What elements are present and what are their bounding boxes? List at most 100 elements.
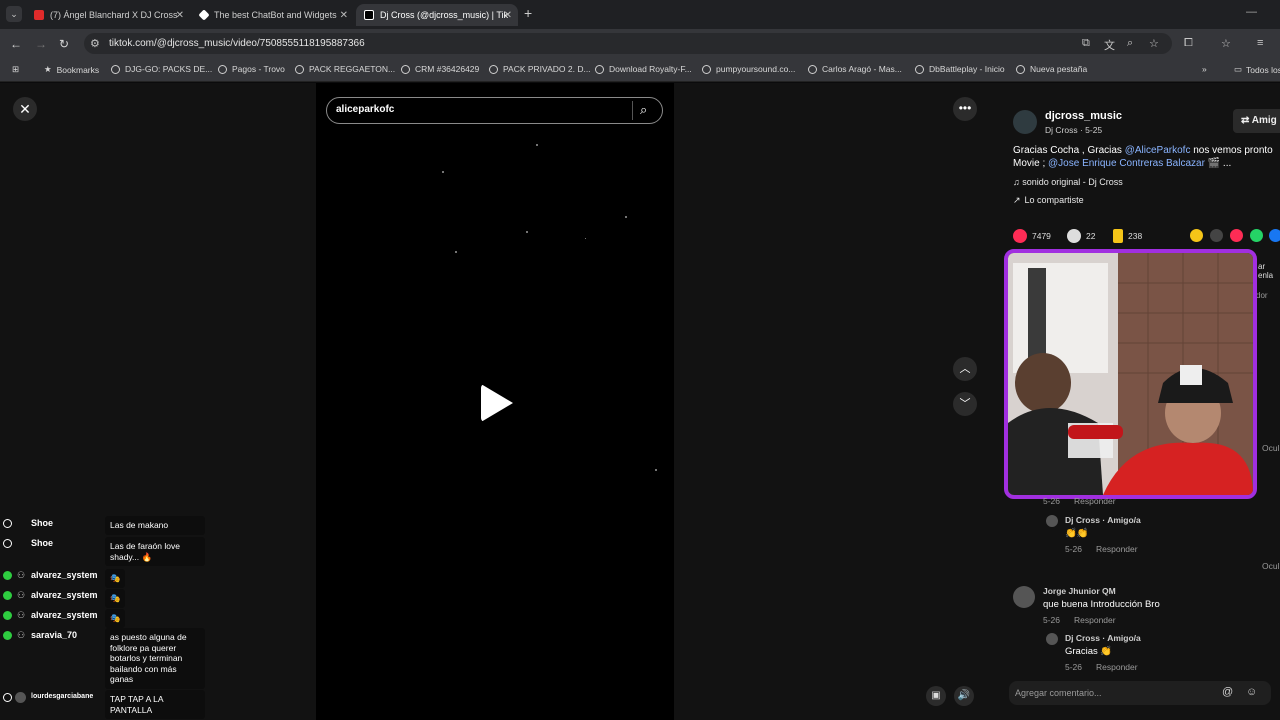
forward-icon[interactable]: →: [35, 37, 47, 51]
comment-text: 👏👏: [1065, 528, 1089, 539]
volume-icon[interactable]: 🔊: [954, 686, 974, 706]
reply-link[interactable]: Responder: [1074, 615, 1116, 625]
mention-icon[interactable]: @: [1222, 686, 1233, 698]
mention-link[interactable]: @Jose Enrique Contreras Balcazar: [1048, 158, 1205, 169]
save-button[interactable]: 238: [1113, 229, 1142, 243]
shared-text: Lo compartiste: [1024, 195, 1084, 205]
comment-avatar[interactable]: [1013, 586, 1035, 608]
music-link[interactable]: ♫ sonido original - Dj Cross: [1013, 177, 1123, 187]
kick-icon: [3, 591, 12, 600]
whatsapp-icon[interactable]: [1250, 229, 1263, 242]
shared-label: ↗ Lo compartiste: [1013, 195, 1084, 206]
comment-text: Gracias 👏: [1065, 646, 1113, 657]
pip-icon[interactable]: ▣: [926, 686, 946, 706]
comment-input-placeholder[interactable]: Agregar comentario...: [1015, 688, 1102, 698]
reply-link[interactable]: Responder: [1096, 544, 1138, 554]
comment-avatar[interactable]: [1046, 515, 1058, 527]
copy-link-clipped[interactable]: ar enla: [1258, 262, 1280, 280]
new-tab-button[interactable]: +: [524, 5, 532, 21]
translate-icon[interactable]: 文: [1104, 37, 1115, 53]
bookmark-item[interactable]: Nueva pestaña: [1016, 64, 1087, 74]
facebook-icon[interactable]: [1269, 229, 1280, 242]
chat-username: alvarez_system: [31, 590, 98, 600]
bookmark-item[interactable]: ★ Bookmarks: [44, 64, 99, 75]
close-video-icon[interactable]: ✕: [13, 97, 37, 121]
bookmark-label: Carlos Aragó - Mas...: [822, 64, 902, 74]
reload-icon[interactable]: ↻: [59, 37, 69, 51]
bookmarks-manager-icon[interactable]: ☆: [1221, 37, 1231, 50]
apps-icon[interactable]: ⊞: [12, 64, 19, 75]
bookmark-item[interactable]: DJG-GO: PACKS DE...: [111, 64, 212, 74]
chat-message: Las de makano: [105, 516, 205, 535]
user-icon: ⚇: [17, 630, 26, 640]
video-particle: [455, 251, 457, 253]
video-particle: [625, 216, 627, 218]
hide-link[interactable]: Ocul: [1262, 443, 1279, 453]
comment-author[interactable]: Jorge Jhunior QM: [1043, 586, 1116, 596]
comment-icon: [1067, 229, 1081, 243]
bookmark-item[interactable]: pumpyoursound.co...: [702, 64, 795, 74]
bookmark-item[interactable]: PACK REGGAETON...: [295, 64, 395, 74]
bookmark-item[interactable]: PACK PRIVADO 2. D...: [489, 64, 591, 74]
minimize-icon[interactable]: —: [1246, 6, 1257, 18]
embed-icon[interactable]: [1210, 229, 1223, 242]
tab-search-icon[interactable]: ⌄: [6, 6, 22, 22]
comment-author[interactable]: Dj Cross · Amigo/a: [1065, 633, 1141, 643]
tab-close-icon[interactable]: ✕: [340, 10, 348, 21]
site-info-icon[interactable]: ⚙: [90, 37, 100, 50]
video-particle: [655, 469, 657, 471]
more-bookmarks-icon[interactable]: »: [1202, 64, 1207, 74]
comment-author[interactable]: Dj Cross · Amigo/a: [1065, 515, 1141, 525]
tab-title: Dj Cross (@djcross_music) | Tik: [380, 10, 508, 20]
user-icon: ⚇: [17, 570, 26, 580]
webcam-image: [1008, 253, 1253, 495]
tab-title: The best ChatBot and Widgets: [214, 10, 337, 20]
post-subline: Dj Cross · 5-25: [1045, 125, 1103, 135]
reply-link[interactable]: Responder: [1096, 662, 1138, 672]
tiktok-icon: [3, 519, 12, 528]
avatar[interactable]: [1013, 110, 1037, 134]
all-bookmarks[interactable]: ▭ Todos los: [1234, 64, 1280, 75]
tab-angel-blanchard[interactable]: (7) Ángel Blanchard X DJ Cross ✕: [26, 4, 190, 26]
emoji-icon[interactable]: ☺: [1246, 686, 1257, 698]
bookmark-item[interactable]: CRM #36426429: [401, 64, 479, 74]
extensions-icon[interactable]: ⧠: [1184, 37, 1193, 50]
more-options-icon[interactable]: •••: [953, 97, 977, 121]
youtube-icon: [34, 10, 44, 20]
play-icon[interactable]: [481, 384, 513, 422]
bookmark-item[interactable]: Pagos - Trovo: [218, 64, 285, 74]
comment-button[interactable]: 22: [1067, 229, 1095, 243]
reply-link[interactable]: Responder: [1074, 496, 1116, 506]
friends-button[interactable]: ⇄ Amig: [1233, 109, 1280, 133]
previous-video-icon[interactable]: ︿: [953, 357, 977, 381]
tab-tiktok[interactable]: Dj Cross (@djcross_music) | Tik ✕: [356, 4, 518, 26]
globe-icon: [401, 64, 410, 74]
search-icon[interactable]: ⌕: [640, 102, 647, 118]
search-input-value[interactable]: aliceparkofc: [336, 104, 394, 115]
like-button[interactable]: 7479: [1013, 229, 1051, 243]
hide-link[interactable]: Ocul: [1262, 561, 1279, 571]
bookmark-label: pumpyoursound.co...: [716, 64, 796, 74]
back-icon[interactable]: ←: [10, 37, 22, 51]
next-video-icon[interactable]: ﹀: [953, 392, 977, 416]
send-icon[interactable]: [1230, 229, 1243, 242]
mention-link[interactable]: @AliceParkofc: [1125, 145, 1191, 156]
chat-message: TAP TAP A LA PANTALLA: [105, 690, 205, 719]
install-icon[interactable]: ⧉: [1082, 37, 1090, 50]
tab-chatbot[interactable]: The best ChatBot and Widgets ✕: [192, 4, 354, 26]
post-username[interactable]: djcross_music: [1045, 110, 1122, 122]
save-count: 238: [1128, 231, 1143, 241]
tab-close-icon[interactable]: ✕: [504, 10, 512, 21]
tab-close-icon[interactable]: ✕: [176, 10, 184, 21]
bookmark-item[interactable]: DbBattleplay - Inicio: [915, 64, 1005, 74]
globe-icon: [702, 64, 711, 74]
comment-avatar[interactable]: [1046, 633, 1058, 645]
zoom-icon[interactable]: ⌕: [1127, 37, 1133, 50]
globe-icon: [1016, 64, 1025, 74]
bookmark-star-icon[interactable]: ☆: [1149, 37, 1159, 50]
menu-icon[interactable]: ≡: [1257, 37, 1263, 49]
repost-icon[interactable]: [1190, 229, 1203, 242]
bookmark-item[interactable]: Carlos Aragó - Mas...: [808, 64, 902, 74]
bookmark-item[interactable]: Download Royalty-F...: [595, 64, 692, 74]
url-text[interactable]: tiktok.com/@djcross_music/video/75085551…: [109, 38, 365, 49]
